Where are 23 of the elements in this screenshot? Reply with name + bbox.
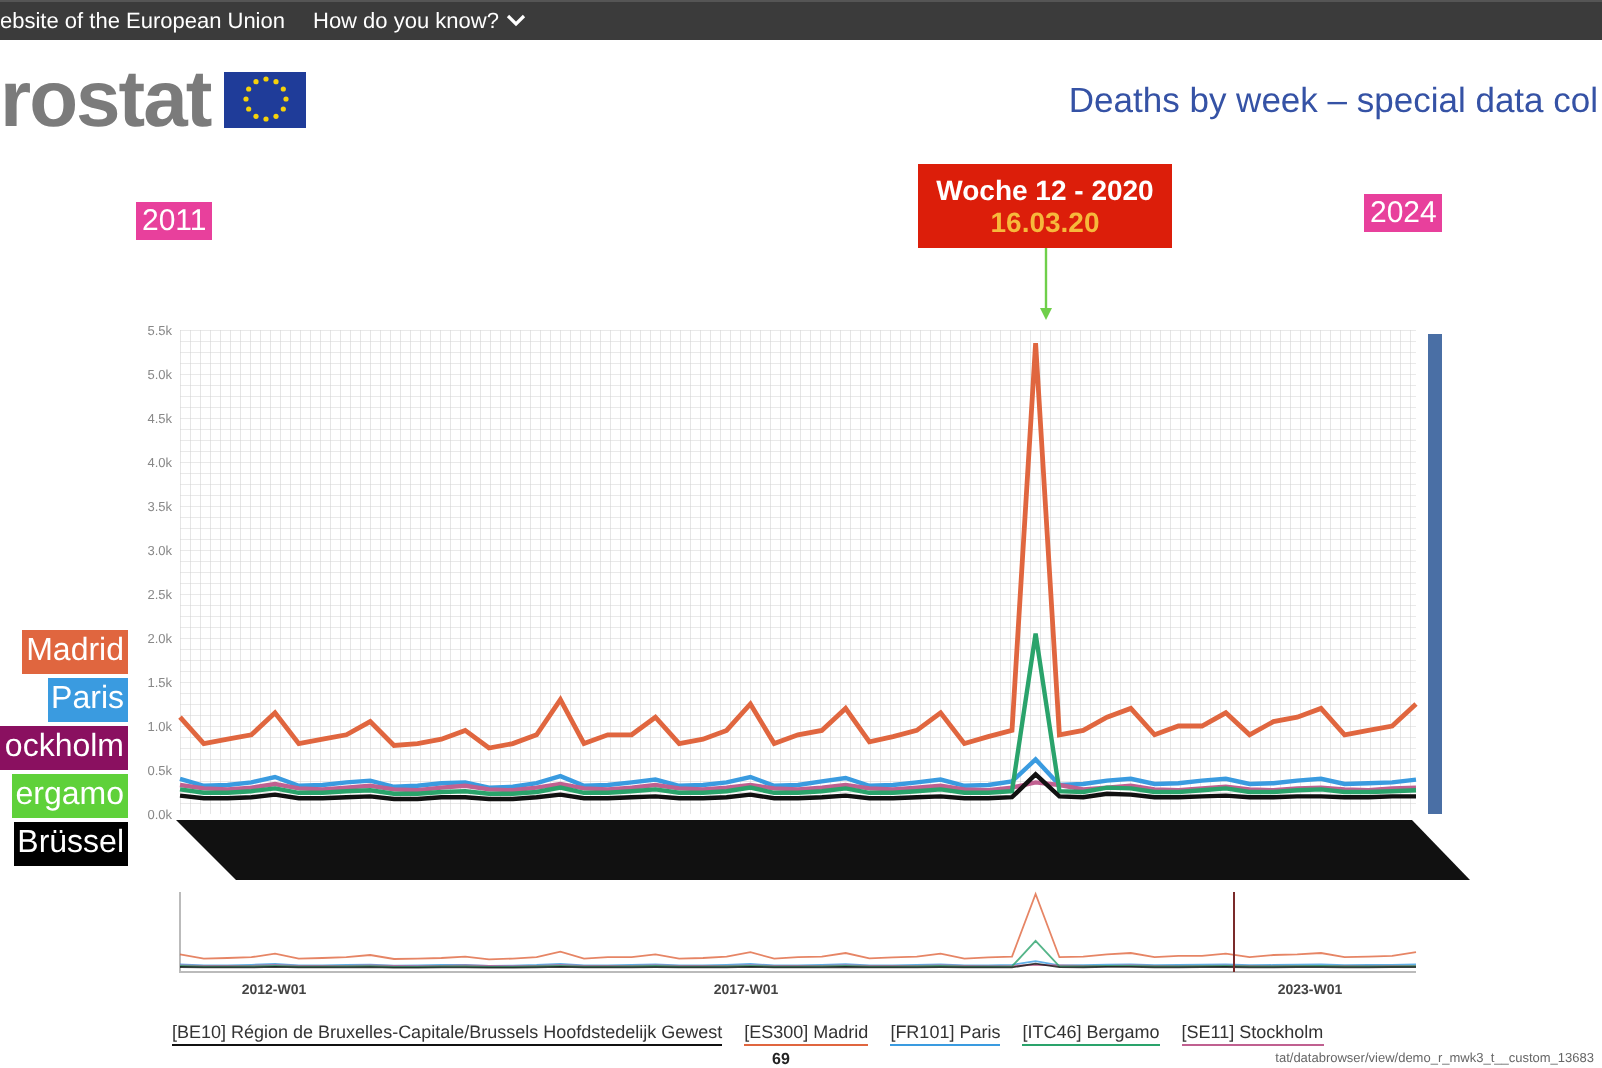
series-label: Brüssel bbox=[13, 822, 128, 866]
year-tag: 2011 bbox=[136, 202, 213, 240]
range-marker-line bbox=[1233, 891, 1235, 973]
callout-date: 16.03.20 bbox=[990, 206, 1100, 238]
logo-text: rostat bbox=[0, 60, 211, 140]
page-number: 69 bbox=[772, 1050, 790, 1068]
series-label: ockholm bbox=[0, 726, 128, 770]
legend-item[interactable]: [ES300] Madrid bbox=[744, 1021, 869, 1045]
eu-flag-icon bbox=[224, 72, 307, 128]
year-tag: 2024 bbox=[1364, 194, 1443, 232]
legend-item[interactable]: [ITC46] Bergamo bbox=[1022, 1021, 1160, 1045]
series-label: Madrid bbox=[22, 630, 128, 674]
callout-week: Woche 12 - 2020 bbox=[936, 174, 1154, 206]
series-label: Paris bbox=[47, 678, 128, 722]
legend-item[interactable]: [FR101] Paris bbox=[890, 1021, 1001, 1045]
legend-item[interactable]: [BE10] Région de Bruxelles-Capitale/Brussels Hoofdstedelijk Gewest bbox=[172, 1021, 723, 1045]
legend-item[interactable]: [SE11] Stockholm bbox=[1181, 1021, 1324, 1045]
page-title: Deaths by week – special data col bbox=[1068, 79, 1598, 121]
how-do-you-know-menu[interactable]: How do you know? bbox=[313, 9, 527, 33]
chevron-down-icon bbox=[506, 14, 527, 28]
series-label: ergamo bbox=[11, 774, 128, 818]
site-notice: ebsite of the European Union bbox=[0, 9, 285, 33]
pointer-arrow bbox=[1040, 248, 1052, 320]
